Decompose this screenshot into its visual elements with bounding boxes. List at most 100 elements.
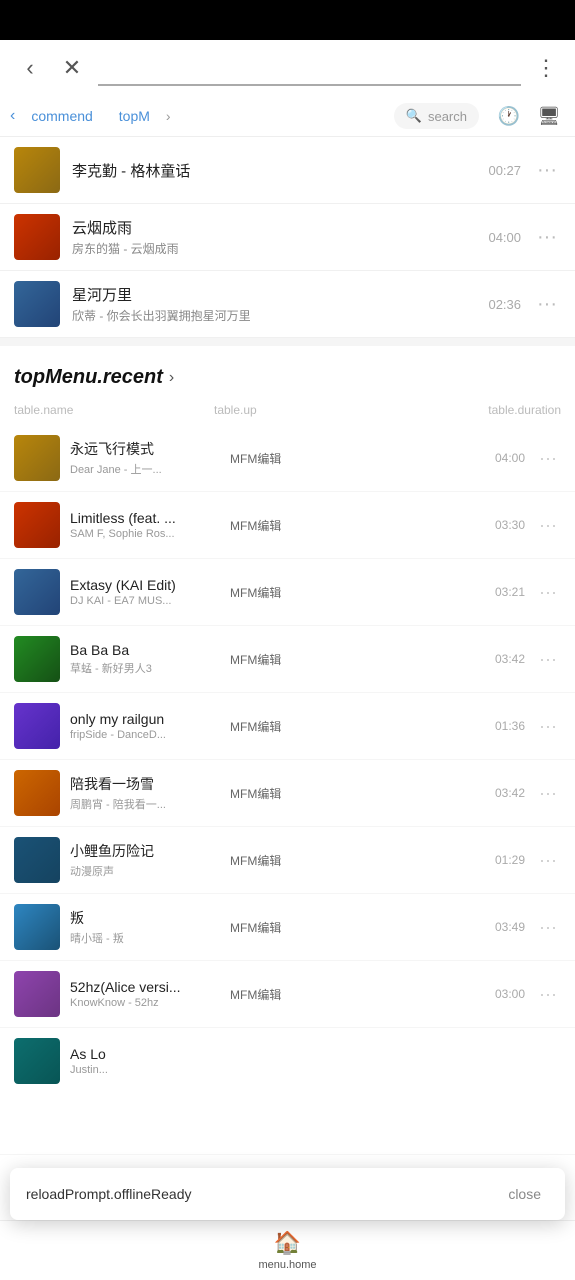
recent-thumbnail bbox=[14, 904, 60, 950]
recent-thumbnail bbox=[14, 1038, 60, 1084]
recent-duration: 03:00 bbox=[320, 987, 525, 1001]
song-more-button[interactable]: ··· bbox=[533, 289, 561, 320]
recent-info: As Lo Justin... bbox=[70, 1046, 220, 1076]
recent-more-button[interactable]: ··· bbox=[535, 913, 561, 942]
offline-banner-text: reloadPrompt.offlineReady bbox=[26, 1186, 192, 1202]
recent-title: 52hz(Alice versi... bbox=[70, 979, 220, 995]
tab-more-arrow[interactable]: › bbox=[166, 108, 171, 124]
recent-song-item[interactable]: 52hz(Alice versi... KnowKnow - 52hz MFM编… bbox=[0, 961, 575, 1028]
recent-more-button[interactable]: ··· bbox=[535, 779, 561, 808]
recent-title: As Lo bbox=[70, 1046, 220, 1062]
recent-uploader: MFM编辑 bbox=[230, 517, 310, 534]
recent-songs-list: 永远飞行模式 Dear Jane - 上一... MFM编辑 04:00 ···… bbox=[0, 425, 575, 1155]
recent-section-arrow[interactable]: › bbox=[169, 369, 174, 387]
song-item[interactable]: 李克勤 - 格林童话 00:27 ··· bbox=[0, 137, 575, 204]
recent-title: Ba Ba Ba bbox=[70, 642, 220, 658]
recent-song-item[interactable]: Extasy (KAI Edit) DJ KAI - EA7 MUS... MF… bbox=[0, 559, 575, 626]
recent-title: 陪我看一场雪 bbox=[70, 774, 220, 794]
recent-artist: KnowKnow - 52hz bbox=[70, 997, 220, 1009]
section-divider bbox=[0, 338, 575, 346]
recent-uploader: MFM编辑 bbox=[230, 785, 310, 802]
recent-more-button[interactable]: ··· bbox=[535, 578, 561, 607]
recent-artist: SAM F, Sophie Ros... bbox=[70, 528, 220, 540]
recent-artist: DJ KAI - EA7 MUS... bbox=[70, 595, 220, 607]
search-box[interactable]: 🔍 search bbox=[394, 103, 479, 129]
history-view-icon[interactable]: 🕐 bbox=[493, 100, 525, 132]
nav-bar: ‹ ✕ ⋮ bbox=[0, 40, 575, 96]
song-item[interactable]: 云烟成雨 房东的猫 - 云烟成雨 04:00 ··· bbox=[0, 204, 575, 271]
song-duration: 04:00 bbox=[488, 230, 521, 245]
recent-section-header: topMenu.recent › bbox=[0, 346, 575, 399]
recent-uploader: MFM编辑 bbox=[230, 852, 310, 869]
recent-more-button[interactable]: ··· bbox=[535, 444, 561, 473]
tab-chevron-left[interactable]: ‹ bbox=[10, 107, 15, 125]
close-button[interactable]: ✕ bbox=[56, 55, 88, 81]
recent-duration: 03:42 bbox=[320, 786, 525, 800]
recent-duration: 04:00 bbox=[320, 451, 525, 465]
recent-song-item[interactable]: As Lo Justin... bbox=[0, 1028, 575, 1155]
recent-artist: 周鹏宵 - 陪我看一... bbox=[70, 796, 220, 812]
recent-song-item[interactable]: 小鲤鱼历险记 动漫原声 MFM编辑 01:29 ··· bbox=[0, 827, 575, 894]
song-more-button[interactable]: ··· bbox=[533, 222, 561, 253]
screen-view-icon[interactable]: 🖥 bbox=[533, 100, 565, 132]
recent-song-item[interactable]: Limitless (feat. ... SAM F, Sophie Ros..… bbox=[0, 492, 575, 559]
more-button[interactable]: ⋮ bbox=[531, 51, 561, 85]
status-bar bbox=[0, 0, 575, 40]
recent-info: only my railgun fripSide - DanceD... bbox=[70, 711, 220, 741]
recent-thumbnail bbox=[14, 770, 60, 816]
table-header-up: table.up bbox=[214, 403, 304, 417]
recent-thumbnail bbox=[14, 502, 60, 548]
recent-song-item[interactable]: 永远飞行模式 Dear Jane - 上一... MFM编辑 04:00 ··· bbox=[0, 425, 575, 492]
song-title: 星河万里 bbox=[72, 284, 476, 305]
recent-info: 叛 晴小瑶 - 叛 bbox=[70, 908, 220, 946]
song-item[interactable]: 星河万里 欣蒂 - 你会长出羽翼拥抱星河万里 02:36 ··· bbox=[0, 271, 575, 338]
tab-topmenu[interactable]: topM bbox=[109, 102, 160, 130]
recent-title: 小鲤鱼历险记 bbox=[70, 841, 220, 861]
recent-duration: 01:36 bbox=[320, 719, 525, 733]
recent-title: 叛 bbox=[70, 908, 220, 928]
recent-title: only my railgun bbox=[70, 711, 220, 727]
back-button[interactable]: ‹ bbox=[14, 55, 46, 81]
recent-thumbnail bbox=[14, 435, 60, 481]
offline-close-button[interactable]: close bbox=[500, 1182, 549, 1206]
recent-more-button[interactable]: ··· bbox=[535, 980, 561, 1009]
recent-duration: 03:42 bbox=[320, 652, 525, 666]
song-thumbnail bbox=[14, 214, 60, 260]
recent-song-item[interactable]: 陪我看一场雪 周鹏宵 - 陪我看一... MFM编辑 03:42 ··· bbox=[0, 760, 575, 827]
recent-uploader: MFM编辑 bbox=[230, 450, 310, 467]
recent-more-button[interactable]: ··· bbox=[535, 511, 561, 540]
recent-thumbnail bbox=[14, 569, 60, 615]
song-info: 李克勤 - 格林童话 bbox=[72, 160, 476, 181]
recent-song-item[interactable]: Ba Ba Ba 草蜢 - 新好男人3 MFM编辑 03:42 ··· bbox=[0, 626, 575, 693]
song-info: 星河万里 欣蒂 - 你会长出羽翼拥抱星河万里 bbox=[72, 284, 476, 324]
recent-info: 陪我看一场雪 周鹏宵 - 陪我看一... bbox=[70, 774, 220, 812]
recent-artist: Dear Jane - 上一... bbox=[70, 461, 220, 477]
recent-duration: 01:29 bbox=[320, 853, 525, 867]
recent-more-button[interactable]: ··· bbox=[535, 712, 561, 741]
top-songs-list: 李克勤 - 格林童话 00:27 ··· 云烟成雨 房东的猫 - 云烟成雨 04… bbox=[0, 137, 575, 338]
recent-more-button[interactable]: ··· bbox=[535, 846, 561, 875]
song-artist: 欣蒂 - 你会长出羽翼拥抱星河万里 bbox=[72, 307, 476, 324]
song-thumbnail bbox=[14, 147, 60, 193]
view-icons: 🕐 🖥 bbox=[493, 100, 565, 132]
recent-info: 52hz(Alice versi... KnowKnow - 52hz bbox=[70, 979, 220, 1009]
recent-artist: 晴小瑶 - 叛 bbox=[70, 930, 220, 946]
recent-duration: 03:49 bbox=[320, 920, 525, 934]
offline-banner: reloadPrompt.offlineReady close bbox=[10, 1168, 565, 1220]
recent-song-item[interactable]: 叛 晴小瑶 - 叛 MFM编辑 03:49 ··· bbox=[0, 894, 575, 961]
recent-artist: Justin... bbox=[70, 1064, 220, 1076]
home-nav-item[interactable]: 🏠 menu.home bbox=[258, 1230, 316, 1271]
recent-uploader: MFM编辑 bbox=[230, 718, 310, 735]
recent-more-button[interactable]: ··· bbox=[535, 645, 561, 674]
song-more-button[interactable]: ··· bbox=[533, 155, 561, 186]
recent-info: 小鲤鱼历险记 动漫原声 bbox=[70, 841, 220, 879]
recent-uploader: MFM编辑 bbox=[230, 584, 310, 601]
recent-thumbnail bbox=[14, 703, 60, 749]
tab-commend[interactable]: commend bbox=[21, 102, 102, 130]
recent-artist: 动漫原声 bbox=[70, 863, 220, 879]
recent-uploader: MFM编辑 bbox=[230, 919, 310, 936]
recent-song-item[interactable]: only my railgun fripSide - DanceD... MFM… bbox=[0, 693, 575, 760]
url-bar[interactable] bbox=[98, 50, 521, 86]
search-label: search bbox=[428, 109, 467, 124]
recent-uploader: MFM编辑 bbox=[230, 986, 310, 1003]
